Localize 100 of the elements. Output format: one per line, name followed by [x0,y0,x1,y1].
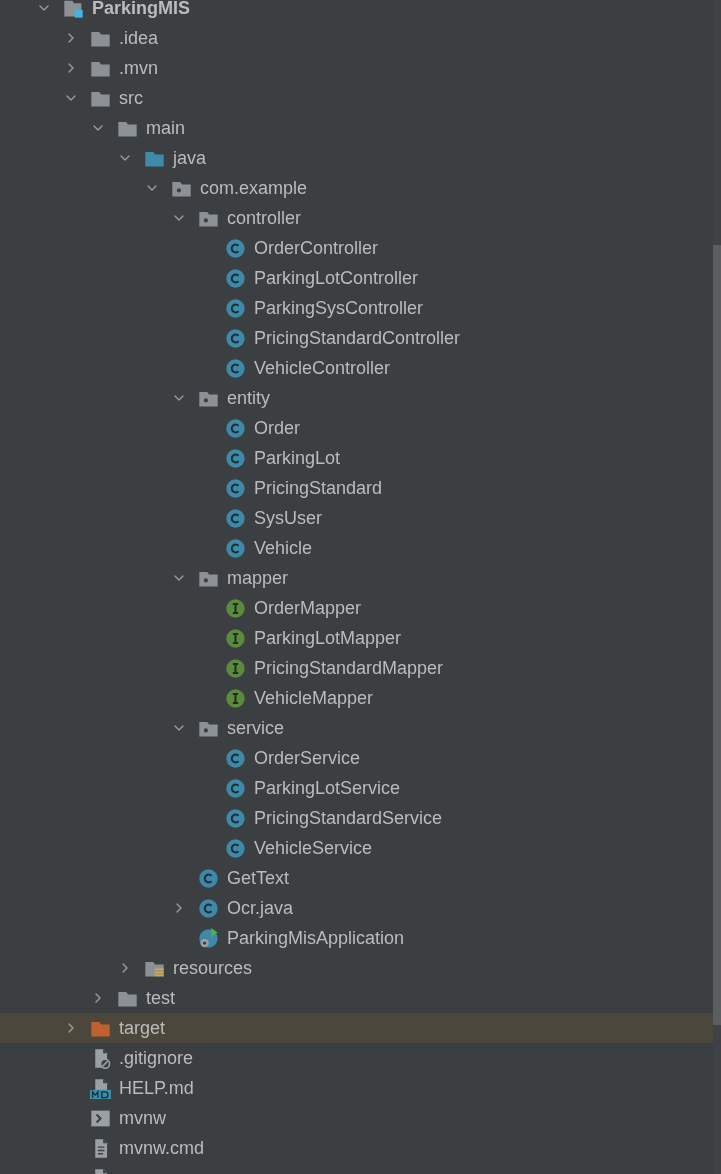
item-label: test [146,986,175,1010]
tree-item[interactable]: Order [0,413,713,443]
tree-item[interactable]: PricingStandard [0,473,713,503]
tree-item[interactable]: mvnw [0,1103,713,1133]
class-icon [225,477,246,499]
tree-item[interactable]: resources [0,953,713,983]
item-label: GetText [227,866,290,890]
class-icon [225,237,246,259]
item-label: .idea [119,26,159,50]
interface-icon [225,597,246,619]
tree-item[interactable]: mapper [0,563,713,593]
item-label: com.example [200,176,308,200]
class-icon [225,507,246,529]
item-label: ParkingLotService [254,776,401,800]
tree-item[interactable]: ParkingLotController [0,263,713,293]
tree-item[interactable]: OrderMapper [0,593,713,623]
item-label: VehicleService [254,836,373,860]
tree-item[interactable]: mvnw.cmd [0,1133,713,1163]
tree-item[interactable]: VehicleMapper [0,683,713,713]
class-icon [225,837,246,859]
class-icon [225,747,246,769]
class-icon [225,327,246,349]
item-label: mapper [227,566,289,590]
item-label: OrderService [254,746,361,770]
class-icon [225,297,246,319]
tree-item[interactable]: target [0,1013,713,1043]
item-label: entity [227,386,271,410]
item-label: SysUser [254,506,322,530]
tree-item[interactable]: java [0,143,713,173]
item-label: VehicleMapper [254,686,374,710]
item-label: PricingStandardMapper [254,656,444,680]
tree-item[interactable]: Vehicle [0,533,713,563]
tree-item[interactable]: .mvn [0,53,713,83]
tree-item[interactable]: ParkingMIS [0,0,713,23]
item-label: Order [254,416,300,440]
item-label: PricingStandard [254,476,383,500]
tree-item[interactable]: GetText [0,863,713,893]
item-label: VehicleController [254,356,391,380]
tree-item[interactable]: com.example [0,173,713,203]
tree-item[interactable]: .gitignore [0,1043,713,1073]
class-icon [225,267,246,289]
item-label: Vehicle [254,536,313,560]
item-label: HELP.md [119,1076,194,1100]
item-label: mvnw.cmd [119,1136,205,1160]
tree-item[interactable]: main [0,113,713,143]
item-label: ParkingMisApplication [227,926,405,950]
tree-item[interactable]: OrderController [0,233,713,263]
tree-item[interactable]: service [0,713,713,743]
class-icon [225,807,246,829]
item-label: java [173,146,207,170]
tree-item[interactable]: VehicleController [0,353,713,383]
tree-item[interactable]: PricingStandardMapper [0,653,713,683]
tree-item[interactable]: HELP.md [0,1073,713,1103]
tree-item[interactable]: test [0,983,713,1013]
class-run-icon [198,927,219,949]
item-label: OrderController [254,236,379,260]
item-label: src [119,86,143,110]
item-label: PricingStandardController [254,326,461,350]
tree-item[interactable]: PricingStandardController [0,323,713,353]
tree-item[interactable]: entity [0,383,713,413]
item-label: .gitignore [119,1046,194,1070]
item-label: ParkingSysController [254,296,424,320]
class-icon [225,777,246,799]
tree-item[interactable]: SysUser [0,503,713,533]
tree-item[interactable]: src [0,83,713,113]
class-icon [225,537,246,559]
tree-item[interactable]: VehicleService [0,833,713,863]
tree-item[interactable]: Ocr.java [0,893,713,923]
item-label: ParkingMIS [92,0,191,20]
tree-item[interactable]: ParkingSysController [0,293,713,323]
class-icon [225,357,246,379]
markdown-file-icon [90,1077,111,1099]
tree-item[interactable]: ParkingMisApplication [0,923,713,953]
item-label: target [119,1016,166,1040]
item-label: .mvn [119,56,158,80]
interface-icon [225,627,246,649]
item-label: ParkingLotMapper [254,626,402,650]
tree-item[interactable]: ParkingLot [0,443,713,473]
item-label: resources [173,956,253,980]
item-label: main [146,116,185,140]
class-icon [225,447,246,469]
item-label: OrderMapper [254,596,362,620]
tree-item[interactable]: controller [0,203,713,233]
item-label: ParkingLotController [254,266,419,290]
item-label: controller [227,206,302,230]
tree-item[interactable]: ParkingLotService [0,773,713,803]
item-label: PricingStandardService [254,806,443,830]
tree-item[interactable]: ParkingLotMapper [0,623,713,653]
item-label: ParkingLot [254,446,341,470]
tree-item[interactable]: .idea [0,23,713,53]
item-label: service [227,716,284,740]
interface-icon [225,687,246,709]
item-label: Ocr.java [227,896,294,920]
class-icon [225,417,246,439]
class-icon [198,867,219,889]
interface-icon [225,657,246,679]
class-icon [198,897,219,919]
tree-item[interactable]: OrderService [0,743,713,773]
item-label: mvnw [119,1106,166,1130]
tree-item[interactable]: PricingStandardService [0,803,713,833]
